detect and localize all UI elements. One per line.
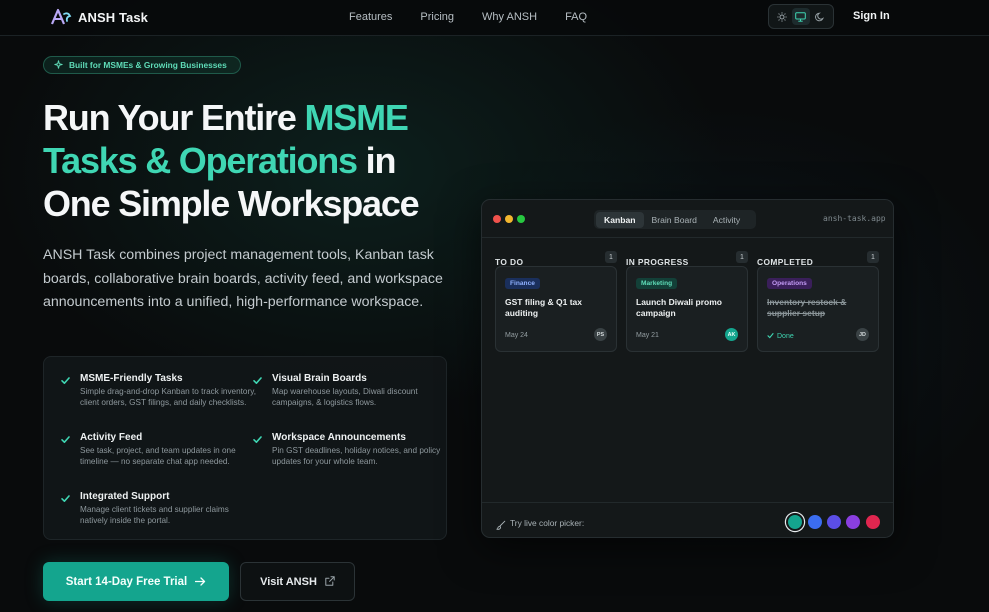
theme-toggle [768, 4, 834, 29]
window-url: ansh-task.app [823, 214, 886, 223]
kanban-column-in-progress: IN PROGRESS 1 Marketing Launch Diwali pr… [626, 251, 748, 352]
nav-link-features[interactable]: Features [349, 11, 392, 23]
tab-kanban[interactable]: Kanban [596, 211, 644, 228]
nav-links: Features Pricing Why ANSH FAQ [349, 11, 587, 23]
check-icon [60, 432, 71, 443]
swatch-indigo[interactable] [827, 515, 841, 529]
task-status-label: Done [777, 333, 794, 340]
start-trial-label: Start 14-Day Free Trial [65, 575, 188, 588]
ansh-logo-icon [50, 8, 72, 26]
feature-desc: Map warehouse layouts, Diwali discount c… [272, 387, 418, 408]
column-header: IN PROGRESS 1 [626, 251, 748, 267]
feature-integrated-support: Integrated Support Manage client tickets… [61, 491, 258, 527]
feature-title: MSME-Friendly Tasks [80, 373, 183, 384]
badge-text: Built for MSMEs & Growing Businesses [69, 60, 227, 70]
top-navbar: ANSH Task Features Pricing Why ANSH FAQ … [0, 0, 989, 36]
title-line-1-accent: MSME [304, 97, 409, 138]
column-count: 1 [867, 251, 879, 263]
task-date: May 24 [505, 332, 528, 339]
avatar: JD [856, 328, 869, 341]
moon-icon[interactable] [811, 8, 829, 25]
feature-desc: Pin GST deadlines, holiday notices, and … [272, 446, 441, 467]
feature-activity-feed: Activity Feed See task, project, and tea… [61, 432, 258, 468]
swatch-red[interactable] [866, 515, 880, 529]
sparkle-icon [54, 56, 63, 74]
kanban-column-completed: COMPLETED 1 Operations Inventory restock… [757, 251, 879, 352]
nav-link-faq[interactable]: FAQ [565, 11, 587, 23]
close-dot-icon [493, 215, 501, 223]
hero-badge: Built for MSMEs & Growing Businesses [43, 56, 241, 74]
visit-ansh-button[interactable]: Visit ANSH [240, 562, 355, 601]
task-card[interactable]: Finance GST filing & Q1 tax auditing May… [495, 266, 617, 352]
task-tag: Finance [505, 278, 540, 289]
check-icon [252, 373, 263, 384]
sun-icon[interactable] [773, 8, 791, 25]
kanban-column-todo: TO DO 1 Finance GST filing & Q1 tax audi… [495, 251, 617, 352]
task-card[interactable]: Operations Inventory restock & supplier … [757, 266, 879, 352]
feature-desc: Manage client tickets and supplier claim… [80, 505, 229, 526]
window-titlebar: Kanban Brain Board Activity ansh-task.ap… [482, 200, 893, 238]
minimize-dot-icon [505, 215, 513, 223]
title-line-2-plain: in [356, 140, 397, 181]
nav-link-pricing[interactable]: Pricing [420, 11, 454, 23]
check-icon [60, 491, 71, 502]
avatar: PS [594, 328, 607, 341]
brand[interactable]: ANSH Task [50, 8, 148, 26]
task-status: Done [767, 332, 794, 341]
window-tabs: Kanban Brain Board Activity [594, 210, 756, 229]
maximize-dot-icon [517, 215, 525, 223]
feature-desc: Simple drag-and-drop Kanban to track inv… [80, 387, 256, 408]
start-trial-button[interactable]: Start 14-Day Free Trial [43, 562, 229, 601]
feature-announcements: Workspace Announcements Pin GST deadline… [253, 432, 450, 468]
features-card: MSME-Friendly Tasks Simple drag-and-drop… [43, 356, 447, 540]
signin-link[interactable]: Sign In [853, 10, 890, 22]
column-header: TO DO 1 [495, 251, 617, 267]
title-line-2-accent: Tasks & Operations [43, 140, 358, 181]
swatch-teal[interactable] [788, 515, 802, 529]
title-line-3-plain: One Simple Workspace [43, 183, 420, 224]
task-title: Inventory restock & supplier setup [767, 297, 847, 318]
feature-msme-tasks: MSME-Friendly Tasks Simple drag-and-drop… [61, 373, 258, 409]
app-preview-window: Kanban Brain Board Activity ansh-task.ap… [481, 199, 894, 538]
color-picker-bar: Try live color picker: [482, 502, 893, 537]
brand-name: ANSH Task [78, 9, 149, 25]
external-link-icon [325, 573, 335, 591]
title-line-1-plain: Run Your Entire [43, 97, 305, 138]
feature-title: Visual Brain Boards [272, 373, 367, 384]
feature-title: Activity Feed [80, 432, 143, 443]
column-header: COMPLETED 1 [757, 251, 879, 267]
feature-desc: See task, project, and team updates in o… [80, 446, 236, 467]
hero-description: ANSH Task combines project management to… [43, 247, 443, 311]
feature-title: Workspace Announcements [272, 432, 406, 443]
task-tag: Operations [767, 278, 812, 289]
check-icon [60, 373, 71, 384]
hero-title: Run Your Entire MSME Tasks & Operations … [43, 96, 483, 225]
monitor-icon[interactable] [791, 8, 810, 25]
task-tag: Marketing [636, 278, 678, 289]
color-picker-label: Try live color picker: [510, 518, 585, 528]
task-title: Launch Diwali promo campaign [636, 297, 722, 318]
tab-brain-board[interactable]: Brain Board [644, 212, 705, 228]
column-count: 1 [736, 251, 748, 263]
brush-icon [496, 517, 506, 535]
swatch-blue[interactable] [808, 515, 822, 529]
check-icon [252, 432, 263, 443]
nav-link-why-ansh[interactable]: Why ANSH [482, 11, 537, 23]
task-date: May 21 [636, 332, 659, 339]
check-icon [767, 332, 774, 341]
task-title: GST filing & Q1 tax auditing [505, 297, 582, 318]
visit-ansh-label: Visit ANSH [260, 575, 317, 588]
arrow-right-icon [195, 573, 206, 591]
feature-brain-boards: Visual Brain Boards Map warehouse layout… [253, 373, 450, 409]
feature-title: Integrated Support [80, 491, 170, 502]
avatar: AK [725, 328, 738, 341]
task-card[interactable]: Marketing Launch Diwali promo campaign M… [626, 266, 748, 352]
tab-activity[interactable]: Activity [705, 212, 748, 228]
column-count: 1 [605, 251, 617, 263]
swatch-purple[interactable] [846, 515, 860, 529]
